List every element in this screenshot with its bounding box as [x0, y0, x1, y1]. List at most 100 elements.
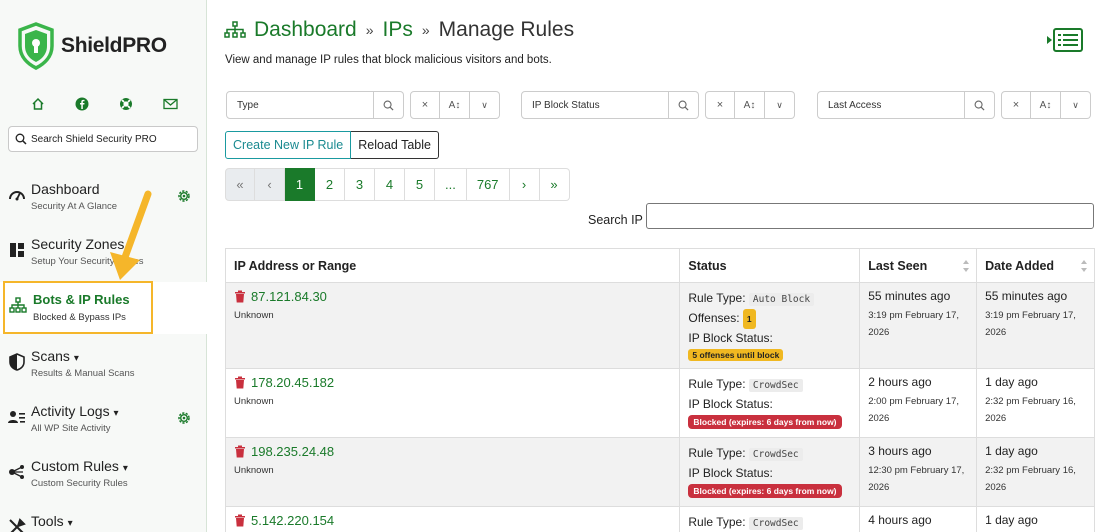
page-prev[interactable]: ‹ — [255, 168, 285, 201]
last-seen: 3 hours ago — [868, 444, 932, 458]
offenses-badge: 1 — [742, 309, 756, 329]
quick-links — [28, 95, 180, 113]
col-date-added[interactable]: Date Added — [976, 248, 1095, 283]
filter-status-input[interactable]: IP Block Status — [521, 91, 669, 119]
sidebar-search-input[interactable]: Search Shield Security PRO — [8, 126, 198, 152]
trash-icon[interactable] — [234, 290, 246, 303]
sidebar-item-sub: Custom Security Rules — [31, 478, 128, 489]
date-added-full: 2:32 pm February 16, 2026 — [985, 396, 1076, 424]
sidebar-item-sub: All WP Site Activity — [31, 423, 111, 434]
trash-icon[interactable] — [234, 376, 246, 389]
sidebar-item-scans[interactable]: Scans ▾ Results & Manual Scans — [0, 343, 207, 393]
sort-alpha-icon[interactable]: A↕ — [440, 91, 470, 119]
brand-logo[interactable]: ShieldPRO — [17, 22, 167, 70]
last-seen-date: 3:19 pm February 17, 2026 — [868, 310, 960, 338]
breadcrumb-separator: » — [365, 22, 374, 38]
col-last-seen[interactable]: Last Seen — [859, 248, 978, 283]
breadcrumb-ips[interactable]: IPs — [383, 18, 413, 42]
lifebuoy-icon[interactable] — [116, 95, 136, 113]
sidebar-item-custom-rules[interactable]: Custom Rules ▾ Custom Security Rules — [0, 453, 207, 503]
block-status-label: IP Block Status: — [688, 397, 773, 411]
sitemap-icon — [9, 297, 27, 313]
sort-alpha-icon[interactable]: A↕ — [1031, 91, 1061, 119]
search-ip-input[interactable] — [646, 203, 1094, 229]
block-status-label: IP Block Status: — [688, 466, 773, 480]
sidebar-search-placeholder: Search Shield Security PRO — [31, 133, 157, 145]
ip-rules-table: IP Address or Range Status Last Seen Dat… — [224, 248, 1095, 532]
col-status[interactable]: Status — [679, 248, 861, 283]
date-added-full: 3:19 pm February 17, 2026 — [985, 310, 1076, 338]
page-5[interactable]: 5 — [405, 168, 435, 201]
brand-name: ShieldPRO — [61, 34, 167, 57]
nodes-icon — [9, 465, 24, 479]
create-ip-rule-button[interactable]: Create New IP Rule — [225, 131, 352, 159]
sidebar-toggle-icon[interactable] — [1046, 26, 1084, 54]
caret-down-icon: ▾ — [73, 353, 79, 364]
action-buttons: Create New IP Rule Reload Table — [225, 131, 439, 159]
chevron-down-icon[interactable]: ∨ — [765, 91, 795, 119]
date-added-full: 2:32 pm February 16, 2026 — [985, 465, 1076, 493]
clear-icon[interactable]: × — [410, 91, 440, 119]
home-icon[interactable] — [28, 95, 48, 113]
ip-link[interactable]: 178.20.45.182 — [234, 375, 671, 390]
table-row: 198.235.24.48 Unknown Rule Type: CrowdSe… — [224, 437, 1095, 507]
filter-type: Type × A↕ ∨ — [226, 91, 500, 121]
clear-icon[interactable]: × — [705, 91, 735, 119]
last-seen-date: 12:30 pm February 17, 2026 — [868, 465, 965, 493]
sort-alpha-icon[interactable]: A↕ — [735, 91, 765, 119]
rule-type-code: Auto Block — [748, 293, 815, 306]
page-2[interactable]: 2 — [315, 168, 345, 201]
table-row: 87.121.84.30 Unknown Rule Type: Auto Blo… — [224, 282, 1095, 369]
reload-table-button[interactable]: Reload Table — [351, 131, 439, 159]
ip-location: Unknown — [234, 396, 274, 407]
ip-link[interactable]: 5.142.220.154 — [234, 513, 671, 528]
sidebar-active-highlight[interactable]: Bots & IP Rules Blocked & Bypass IPs — [3, 281, 153, 334]
sidebar-item-sub: Results & Manual Scans — [31, 368, 135, 379]
envelope-icon[interactable] — [160, 95, 180, 113]
breadcrumb-dashboard[interactable]: Dashboard — [254, 18, 357, 42]
trash-icon[interactable] — [234, 514, 246, 527]
sidebar-item-label: Activity Logs ▾ — [31, 403, 119, 419]
block-status-badge: Blocked (expires: 6 days from now) — [688, 484, 842, 498]
gear-icon[interactable] — [176, 410, 192, 426]
sidebar: ShieldPRO Search Shield Security PRO Das… — [0, 0, 207, 532]
grid-icon — [10, 243, 24, 257]
breadcrumb: Dashboard » IPs » Manage Rules — [224, 18, 574, 42]
chevron-down-icon[interactable]: ∨ — [1061, 91, 1091, 119]
sidebar-item-sub: Blocked & Bypass IPs — [33, 312, 126, 323]
chevron-down-icon[interactable]: ∨ — [470, 91, 500, 119]
ip-link[interactable]: 87.121.84.30 — [234, 289, 671, 304]
rule-type-code: CrowdSec — [748, 448, 803, 461]
page-next[interactable]: › — [509, 168, 540, 201]
page-1[interactable]: 1 — [285, 168, 315, 201]
sitemap-icon — [224, 21, 246, 38]
ip-link[interactable]: 198.235.24.48 — [234, 444, 671, 459]
search-icon[interactable] — [965, 91, 995, 119]
page-ellipsis[interactable]: ... — [435, 168, 467, 201]
page-title: Manage Rules — [438, 18, 575, 41]
page-767[interactable]: 767 — [466, 168, 510, 201]
filter-ip-block-status: IP Block Status × A↕ ∨ — [521, 91, 795, 121]
date-added: 55 minutes ago — [985, 289, 1068, 303]
filter-last-access-input[interactable]: Last Access — [817, 91, 965, 119]
facebook-icon[interactable] — [72, 95, 92, 113]
clear-icon[interactable]: × — [1001, 91, 1031, 119]
date-added: 1 day ago — [985, 513, 1038, 527]
filter-type-input[interactable]: Type — [226, 91, 374, 119]
trash-icon[interactable] — [234, 445, 246, 458]
tools-icon — [9, 518, 26, 532]
page-last[interactable]: » — [539, 168, 570, 201]
gear-icon[interactable] — [176, 188, 192, 204]
breadcrumb-separator: » — [421, 22, 430, 38]
sidebar-item-activity-logs[interactable]: Activity Logs ▾ All WP Site Activity — [0, 398, 207, 448]
page-3[interactable]: 3 — [345, 168, 375, 201]
page-4[interactable]: 4 — [375, 168, 405, 201]
page-first[interactable]: « — [225, 168, 255, 201]
search-icon[interactable] — [669, 91, 699, 119]
date-added: 1 day ago — [985, 375, 1038, 389]
col-ip[interactable]: IP Address or Range — [224, 248, 681, 283]
main-content: Dashboard » IPs » Manage Rules View and … — [208, 0, 1101, 532]
search-icon[interactable] — [374, 91, 404, 119]
sidebar-item-tools[interactable]: Tools ▾ — [0, 508, 207, 532]
pointer-arrow-icon — [110, 190, 152, 280]
